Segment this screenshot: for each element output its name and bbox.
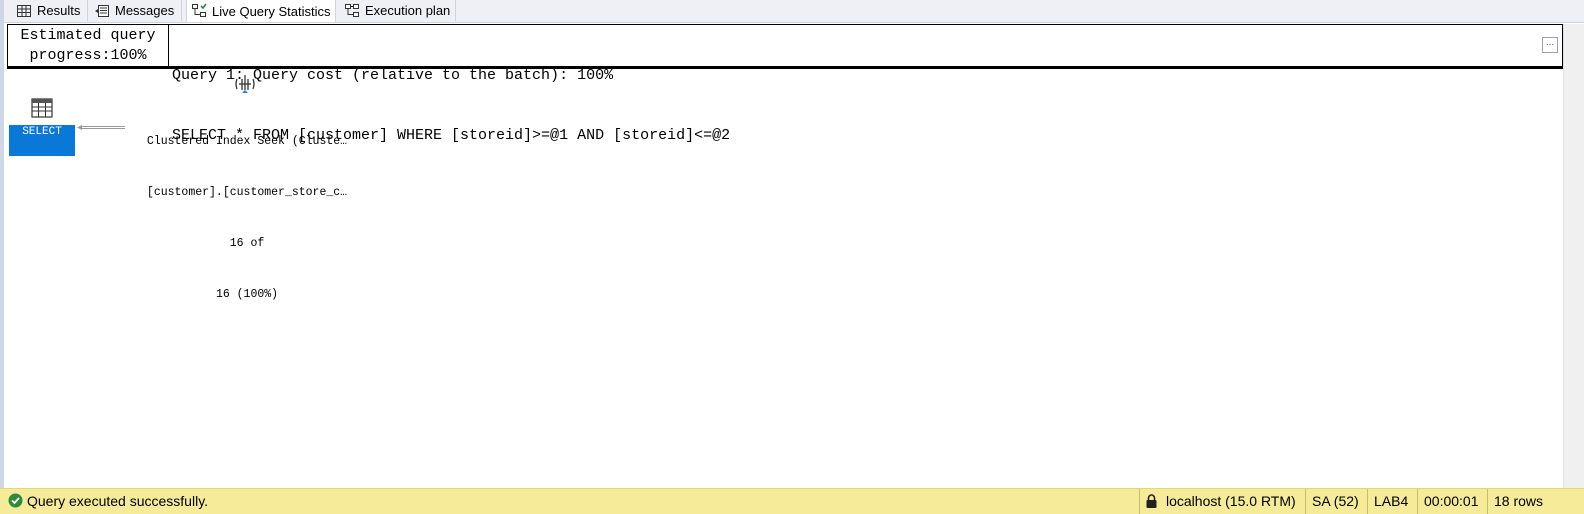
messages-icon [94, 3, 110, 19]
tab-messages[interactable]: Messages [90, 0, 182, 21]
select-operator-icon [30, 96, 54, 120]
data-flow-arrow [77, 125, 125, 130]
lock-icon [1145, 494, 1158, 509]
tab-results[interactable]: Results [12, 0, 88, 21]
left-border [0, 0, 4, 488]
tab-results-label: Results [37, 3, 81, 18]
query-header: Estimated query progress:100% Query 1: Q… [7, 24, 1563, 144]
select-node-label: SELECT [22, 126, 62, 138]
tab-live-query-statistics[interactable]: Live Query Statistics [186, 0, 336, 22]
status-message: Query executed successfully. [27, 493, 209, 509]
status-database: LAB4 [1367, 489, 1408, 514]
progress-line1: Estimated query [20, 27, 156, 44]
expand-query-button[interactable]: ... [1542, 37, 1558, 53]
progress-line2: progress:100% [29, 47, 147, 64]
results-tabbar: Results Messages Live Query Statistics E… [4, 0, 1584, 23]
status-user: SA (52) [1305, 489, 1359, 514]
clustered-index-seek-icon[interactable] [232, 73, 258, 97]
seek-operator-name: Clustered Index Seek (Cluste… [146, 135, 348, 148]
tab-messages-label: Messages [115, 3, 175, 18]
seek-row-progress: 16 (100%) [215, 288, 279, 301]
status-bar: Query executed successfully. localhost (… [0, 488, 1584, 514]
server-label: localhost (15.0 RTM) [1166, 493, 1296, 509]
status-server: localhost (15.0 RTM) [1139, 489, 1299, 514]
query-text: Query 1: Query cost (relative to the bat… [172, 25, 730, 144]
tab-plan-label: Execution plan [365, 3, 451, 18]
estimated-progress: Estimated query progress:100% [8, 25, 169, 67]
success-icon [8, 493, 23, 508]
plan-icon [344, 3, 360, 19]
status-elapsed: 00:00:01 [1417, 489, 1479, 514]
seek-object-name: [customer].[customer_store_c… [146, 186, 348, 199]
select-operator-node[interactable]: SELECT [9, 125, 75, 156]
clustered-index-seek-node[interactable]: Clustered Index Seek (Cluste… [customer]… [122, 99, 372, 320]
grid-icon [16, 3, 32, 19]
seek-row-count: 16 of [229, 237, 265, 250]
header-divider [7, 67, 1563, 69]
live-stats-icon [191, 3, 207, 19]
tab-live-label: Live Query Statistics [212, 3, 331, 19]
status-rows: 18 rows [1487, 489, 1543, 514]
tab-execution-plan[interactable]: Execution plan [340, 0, 456, 21]
vertical-scrollbar[interactable] [1563, 24, 1584, 488]
